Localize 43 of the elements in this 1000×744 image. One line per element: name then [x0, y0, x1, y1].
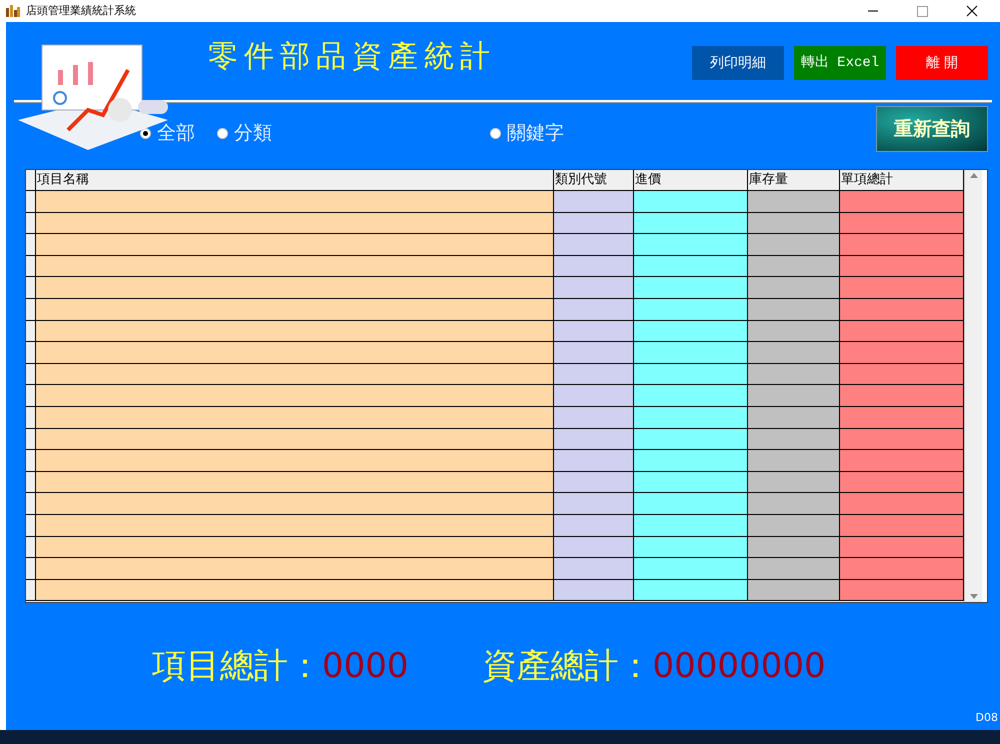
total-value: 0000 — [322, 644, 409, 688]
close-icon[interactable] — [966, 5, 978, 17]
row-selector[interactable] — [26, 342, 36, 363]
row-selector[interactable] — [26, 277, 36, 298]
total-value: 00000000 — [652, 644, 826, 688]
export-button[interactable]: 轉出 Excel — [794, 46, 886, 80]
row-selector[interactable] — [26, 428, 36, 450]
row-selector[interactable] — [26, 234, 36, 255]
row-selector[interactable] — [26, 364, 36, 384]
print-button[interactable]: 列印明細 — [692, 46, 784, 80]
filter-radio[interactable]: 關鍵字 — [490, 118, 564, 148]
row-selector[interactable] — [26, 580, 36, 600]
total-label: 項目總計： — [152, 644, 322, 688]
row-selector[interactable] — [26, 256, 36, 276]
row-selector[interactable] — [26, 191, 36, 212]
scroll-up-icon[interactable] — [970, 173, 978, 178]
exit-button[interactable]: 離 開 — [896, 46, 988, 80]
filter-radio[interactable]: 全部 — [140, 118, 195, 148]
filter-radio[interactable]: 分類 — [217, 118, 272, 148]
form-code: D08 — [976, 710, 998, 726]
maximize-icon[interactable] — [917, 6, 928, 16]
window-title: 店頭管理業績統計系統 — [26, 2, 136, 19]
row-selector[interactable] — [26, 320, 36, 342]
column-header[interactable]: 項目名稱 — [36, 170, 554, 190]
column-header[interactable]: 進價 — [634, 170, 748, 190]
row-selector[interactable] — [26, 536, 36, 558]
row-selector[interactable] — [26, 472, 36, 492]
total-label: 資產總計： — [482, 644, 653, 688]
row-selector[interactable] — [26, 212, 36, 234]
row-selector[interactable] — [26, 558, 36, 579]
scrollbar[interactable] — [964, 170, 982, 602]
bar-chart-icon — [6, 5, 20, 17]
scroll-down-icon[interactable] — [970, 594, 978, 599]
row-selector[interactable] — [26, 298, 36, 320]
requery-button[interactable]: 重新查詢 — [876, 106, 988, 152]
row-selector[interactable] — [26, 493, 36, 514]
page-title: 零件部品資產統計 — [208, 38, 496, 76]
row-selector[interactable] — [26, 385, 36, 406]
row-selector[interactable] — [26, 406, 36, 428]
column-header[interactable]: 庫存量 — [748, 170, 840, 190]
row-selector[interactable] — [26, 450, 36, 471]
column-header[interactable]: 類別代號 — [554, 170, 634, 190]
row-selector[interactable] — [26, 514, 36, 536]
